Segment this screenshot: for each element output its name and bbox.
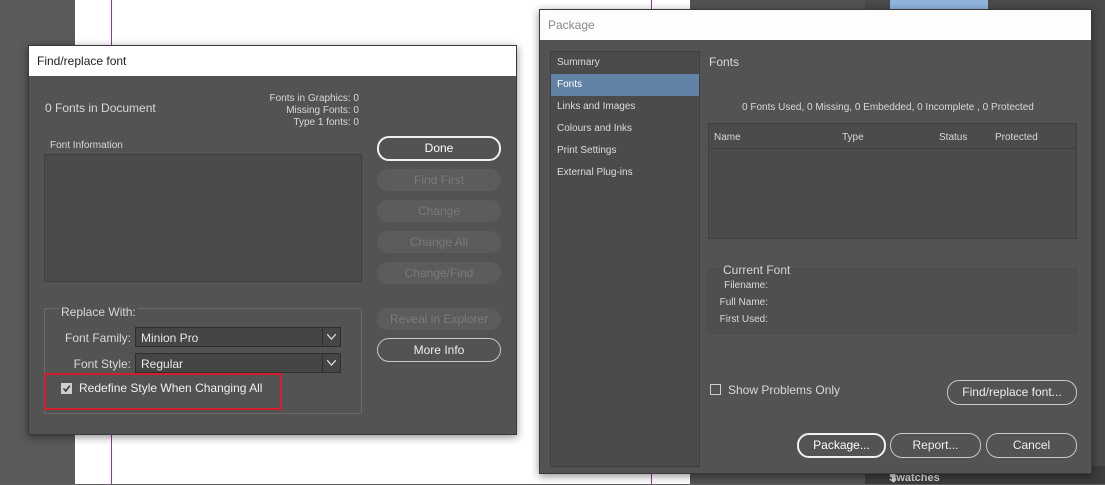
more-info-button[interactable]: More Info xyxy=(377,338,501,362)
package-titlebar[interactable]: Package xyxy=(540,10,1091,40)
redefine-style-label[interactable]: Redefine Style When Changing All xyxy=(79,381,262,395)
redefine-style-checkbox[interactable] xyxy=(61,383,72,394)
nav-item-colours-inks[interactable]: Colours and Inks xyxy=(551,118,699,140)
checkmark-icon xyxy=(62,385,71,393)
fonts-table[interactable]: Name Type Status Protected xyxy=(708,123,1077,239)
font-family-value: Minion Pro xyxy=(141,331,199,345)
cancel-button[interactable]: Cancel xyxy=(986,433,1077,458)
show-problems-checkbox[interactable] xyxy=(710,384,721,395)
current-font-title: Current Font xyxy=(723,263,791,277)
report-button[interactable]: Report... xyxy=(890,433,981,458)
change-find-button[interactable]: Change/Find xyxy=(377,262,501,284)
nav-item-links-images[interactable]: Links and Images xyxy=(551,96,699,118)
chevron-down-icon xyxy=(322,354,340,372)
reveal-in-explorer-button[interactable]: Reveal in Explorer xyxy=(377,308,501,330)
nav-item-external-plugins[interactable]: External Plug-ins xyxy=(551,162,699,184)
package-nav-list: Summary Fonts Links and Images Colours a… xyxy=(550,51,700,467)
show-problems-label[interactable]: Show Problems Only xyxy=(728,383,840,397)
change-button[interactable]: Change xyxy=(377,200,501,222)
font-information-label: Font Information xyxy=(50,140,123,151)
dialog-title: Find/replace font xyxy=(37,54,127,68)
font-information-list[interactable] xyxy=(44,154,362,282)
font-style-label: Font Style: xyxy=(73,357,131,371)
column-header-protected[interactable]: Protected xyxy=(995,132,1038,143)
fonts-in-graphics-stat: Fonts in Graphics: 0 xyxy=(269,93,359,104)
current-font-filename-label: Filename: xyxy=(724,280,768,291)
font-style-value: Regular xyxy=(141,357,184,371)
find-first-button[interactable]: Find First xyxy=(377,169,501,191)
column-header-name[interactable]: Name xyxy=(714,132,741,143)
type1-fonts-stat: Type 1 fonts: 0 xyxy=(293,117,359,128)
font-family-select[interactable]: Minion Pro xyxy=(135,327,341,347)
table-header-divider xyxy=(709,148,1076,149)
nav-item-fonts[interactable]: Fonts xyxy=(551,74,699,96)
nav-item-summary[interactable]: Summary xyxy=(551,52,699,74)
current-font-firstused-label: First Used: xyxy=(719,314,768,325)
find-replace-font-dialog: Find/replace font 0 Fonts in Document Fo… xyxy=(28,45,517,435)
section-title: Fonts xyxy=(709,55,740,69)
column-header-type[interactable]: Type xyxy=(842,132,864,143)
missing-fonts-stat: Missing Fonts: 0 xyxy=(286,105,359,116)
fonts-in-document-count: 0 Fonts in Document xyxy=(45,101,156,115)
font-style-select[interactable]: Regular xyxy=(135,353,341,373)
fonts-summary: 0 Fonts Used, 0 Missing, 0 Embedded, 0 I… xyxy=(742,102,1034,113)
nav-item-print-settings[interactable]: Print Settings xyxy=(551,140,699,162)
package-dialog: Package Summary Fonts Links and Images C… xyxy=(539,9,1092,474)
current-font-fullname-label: Full Name: xyxy=(719,297,768,308)
dialog-title: Package xyxy=(548,18,595,32)
package-button[interactable]: Package... xyxy=(797,433,886,458)
done-button[interactable]: Done xyxy=(377,136,501,161)
font-family-label: Font Family: xyxy=(64,331,131,345)
find-replace-titlebar[interactable]: Find/replace font xyxy=(29,46,516,76)
change-all-button[interactable]: Change All xyxy=(377,231,501,253)
column-header-status[interactable]: Status xyxy=(939,132,967,143)
chevron-down-icon xyxy=(322,328,340,346)
find-replace-font-button[interactable]: Find/replace font... xyxy=(947,380,1077,405)
replace-with-label: Replace With: xyxy=(59,305,138,319)
